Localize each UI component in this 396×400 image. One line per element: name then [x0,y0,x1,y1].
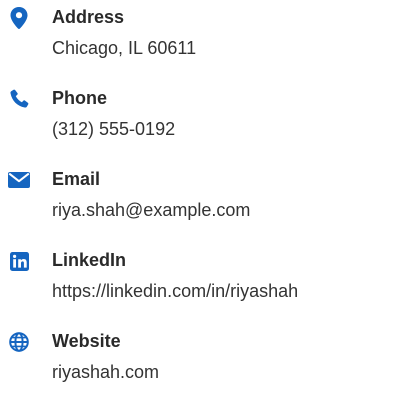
globe-icon [8,331,30,353]
linkedin-icon [8,250,30,272]
address-value: Chicago, IL 60611 [52,38,197,58]
phone-label: Phone [52,88,108,108]
contact-item-address: Address Chicago, IL 60611 [0,6,396,76]
website-label: Website [52,331,121,351]
contact-item-email: Email riya.shah@example.com [0,168,396,238]
linkedin-label: LinkedIn [52,250,127,270]
map-pin-icon [8,7,30,29]
contact-item-linkedin: LinkedIn https://linkedin.com/in/riyasha… [0,249,396,319]
contact-item-phone: Phone (312) 555-0192 [0,87,396,157]
email-link[interactable]: riya.shah@example.com [52,199,250,221]
contact-list: Address Chicago, IL 60611 Phone (312) 55… [0,0,396,389]
linkedin-link[interactable]: https://linkedin.com/in/riyashah [52,280,298,302]
phone-link[interactable]: (312) 555-0192 [52,118,175,140]
phone-icon [8,88,30,110]
contact-item-website: Website riyashah.com [0,330,396,400]
envelope-icon [8,169,30,191]
website-link[interactable]: riyashah.com [52,361,159,383]
address-label: Address [52,7,125,27]
email-label: Email [52,169,101,189]
